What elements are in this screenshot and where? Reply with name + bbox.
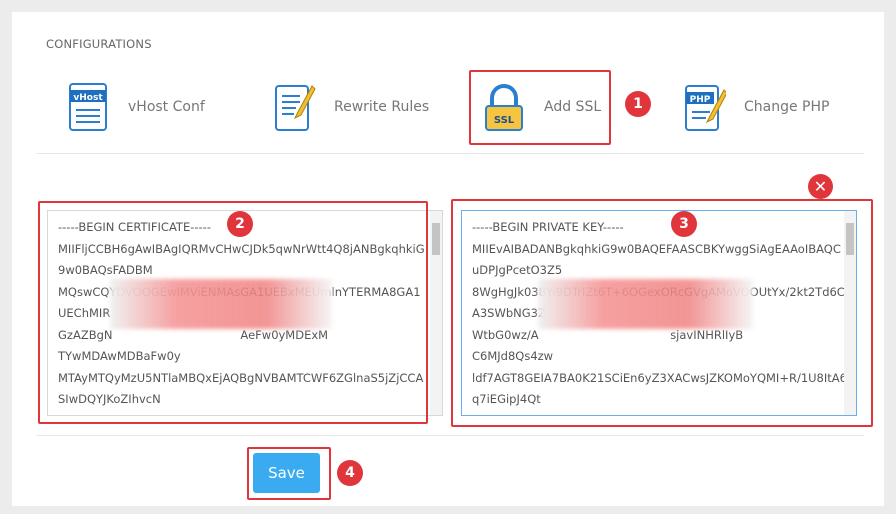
config-change-php[interactable]: PHP Change PHP	[682, 82, 829, 132]
svg-text:PHP: PHP	[690, 95, 711, 105]
annotation-box-private-key	[451, 199, 873, 427]
config-vhost-conf[interactable]: vHost vHost Conf	[66, 82, 205, 132]
scrollbar[interactable]	[430, 211, 442, 415]
config-rewrite-rules[interactable]: Rewrite Rules	[272, 82, 429, 132]
annotation-box-save	[247, 447, 331, 500]
annotation-badge-2: 2	[227, 211, 253, 237]
annotation-badge-4: 4	[337, 460, 363, 486]
rewrite-file-icon	[275, 85, 316, 131]
annotation-badge-3: 3	[671, 211, 697, 237]
close-icon[interactable]: ✕	[808, 174, 833, 199]
vhost-file-icon: vHost	[69, 83, 107, 131]
annotation-badge-1: 1	[625, 91, 651, 117]
php-file-icon: PHP	[685, 85, 726, 131]
config-label: Change PHP	[744, 99, 830, 115]
config-label: Rewrite Rules	[334, 99, 430, 115]
config-label: vHost Conf	[128, 99, 205, 115]
section-title: CONFIGURATIONS	[46, 37, 152, 51]
divider	[36, 435, 864, 436]
annotation-box-add-ssl	[469, 70, 611, 145]
svg-text:vHost: vHost	[73, 93, 103, 103]
divider	[36, 153, 864, 154]
